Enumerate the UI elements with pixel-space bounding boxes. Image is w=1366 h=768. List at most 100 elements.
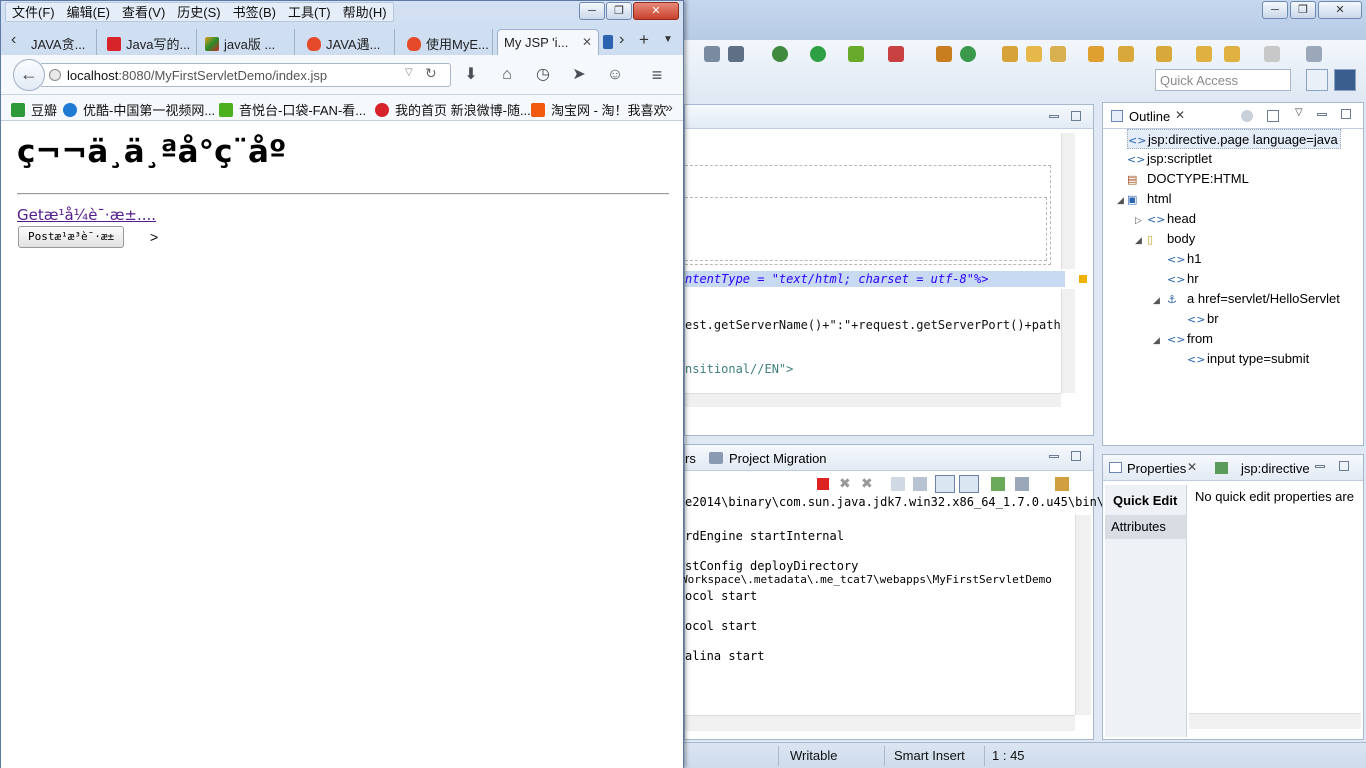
- bookmark-item[interactable]: 豆瓣: [11, 100, 57, 119]
- properties-horizontal-scrollbar[interactable]: [1189, 713, 1361, 729]
- bookmark-item[interactable]: 我的首页 新浪微博-随...: [375, 100, 531, 119]
- eclipse-minimize-button[interactable]: ─: [1262, 1, 1288, 19]
- firefox-minimize-button[interactable]: ─: [579, 2, 605, 20]
- minimize-icon[interactable]: [1317, 113, 1327, 116]
- menu-help[interactable]: 帮助(H): [337, 3, 393, 21]
- gear-icon[interactable]: [704, 46, 720, 62]
- menu-history[interactable]: 历史(S): [171, 3, 226, 21]
- url-history-dropdown-icon[interactable]: ▽: [405, 67, 413, 78]
- eclipse-close-button[interactable]: ✕: [1318, 1, 1362, 19]
- menu-hamburger-icon[interactable]: ≡: [647, 65, 667, 85]
- editor-horizontal-scrollbar[interactable]: [685, 393, 1061, 407]
- next-annotation-icon[interactable]: [1118, 46, 1134, 62]
- post-submit-button[interactable]: Postæ¹æ³è¯·æ±: [18, 226, 125, 248]
- outline-item[interactable]: ⚓ a href=servlet/HelloServlet: [1167, 289, 1340, 309]
- scroll-tabs-left-icon[interactable]: ‹: [11, 31, 16, 49]
- partial-tab-favicon-icon[interactable]: [603, 35, 613, 49]
- outline-item[interactable]: <> input type=submit: [1187, 349, 1309, 369]
- properties-tab[interactable]: Properties: [1127, 461, 1186, 476]
- quick-access-input[interactable]: Quick Access: [1155, 69, 1291, 91]
- outline-item[interactable]: <> jsp:directive.page language=java: [1127, 129, 1341, 149]
- stop-server-icon[interactable]: [888, 46, 904, 62]
- menu-edit[interactable]: 编辑(E): [61, 3, 116, 21]
- url-bar[interactable]: localhost:8080/MyFirstServletDemo/index.…: [41, 63, 451, 87]
- wand-icon[interactable]: [1050, 46, 1066, 62]
- java-ee-perspective-button[interactable]: [1334, 69, 1356, 91]
- reload-icon[interactable]: ↻: [425, 65, 437, 82]
- last-edit-icon[interactable]: [1196, 46, 1212, 62]
- maximize-icon[interactable]: [1071, 111, 1081, 121]
- attributes-tab[interactable]: Attributes: [1105, 515, 1187, 539]
- send-icon[interactable]: ➤: [569, 65, 589, 85]
- menu-file[interactable]: 文件(F): [6, 3, 61, 21]
- show-on-error-icon[interactable]: [959, 475, 979, 493]
- browser-tab[interactable]: java版 ...: [199, 29, 295, 55]
- outline-item[interactable]: <> h1: [1167, 249, 1201, 269]
- back-button[interactable]: ←: [13, 59, 45, 91]
- maximize-icon[interactable]: [1071, 451, 1081, 461]
- run-config-icon[interactable]: [848, 46, 864, 62]
- new-project-icon[interactable]: [936, 46, 952, 62]
- console-horizontal-scrollbar[interactable]: [685, 715, 1075, 731]
- open-perspective-button[interactable]: [1306, 69, 1328, 91]
- refresh-icon[interactable]: [960, 46, 976, 62]
- browser-tab[interactable]: JAVA贪...: [25, 29, 97, 55]
- tab-project-migration[interactable]: Project Migration: [729, 451, 827, 466]
- prev-annotation-icon[interactable]: [1156, 46, 1172, 62]
- terminate-icon[interactable]: [817, 478, 829, 490]
- debug-icon[interactable]: [772, 46, 788, 62]
- remove-all-icon[interactable]: ✖: [861, 475, 873, 492]
- firefox-maximize-button[interactable]: ❐: [606, 2, 632, 20]
- get-request-link[interactable]: Getæ¹å¼è¯·æ±....: [17, 206, 156, 224]
- pin-console-icon[interactable]: [991, 477, 1005, 491]
- view-menu-icon[interactable]: ▽: [1295, 107, 1303, 118]
- eclipse-maximize-button[interactable]: ❐: [1290, 1, 1316, 19]
- more-bookmarks-icon[interactable]: »: [665, 99, 673, 115]
- warning-marker-icon[interactable]: [1079, 275, 1087, 283]
- close-tab-icon[interactable]: ✕: [582, 35, 592, 49]
- outline-item[interactable]: ▯ body: [1147, 229, 1195, 249]
- browser-tab[interactable]: 使用MyE...: [401, 29, 493, 55]
- sync-icon[interactable]: [1241, 110, 1253, 122]
- expanded-twisty-icon[interactable]: ◢: [1135, 235, 1142, 246]
- outline-item[interactable]: ▣ html: [1127, 189, 1172, 209]
- scroll-lock-icon[interactable]: [913, 477, 927, 491]
- outline-item[interactable]: <> br: [1187, 309, 1219, 329]
- menu-view[interactable]: 查看(V): [116, 3, 171, 21]
- show-on-output-icon[interactable]: [935, 475, 955, 493]
- browser-tab[interactable]: Java写的...: [101, 29, 197, 55]
- firefox-close-button[interactable]: ✕: [633, 2, 679, 20]
- remove-launch-icon[interactable]: ✖: [839, 475, 851, 492]
- run-icon[interactable]: [810, 46, 826, 62]
- bookmark-item[interactable]: 优酷-中国第一视频网...: [63, 100, 215, 119]
- scroll-tabs-right-icon[interactable]: ›: [619, 31, 624, 49]
- maximize-icon[interactable]: [1339, 461, 1349, 471]
- close-icon[interactable]: ✕: [1175, 108, 1185, 122]
- browser-tab-active[interactable]: My JSP 'i... ✕: [497, 29, 599, 55]
- bookmark-item[interactable]: 淘宝网 - 淘！我喜欢: [531, 100, 667, 119]
- chat-icon[interactable]: ☺: [605, 65, 625, 85]
- display-console-icon[interactable]: [1015, 477, 1029, 491]
- source-code-area[interactable]: ntentType = "text/html; charset = utf-8"…: [685, 269, 1075, 379]
- clear-console-icon[interactable]: [891, 477, 905, 491]
- outline-item[interactable]: <> head: [1147, 209, 1196, 229]
- outline-item[interactable]: <> from: [1167, 329, 1213, 349]
- expanded-twisty-icon[interactable]: ◢: [1153, 335, 1160, 346]
- browser-tab[interactable]: JAVA遇...: [301, 29, 395, 55]
- open-type-icon[interactable]: [1002, 46, 1018, 62]
- pin-icon[interactable]: [1306, 46, 1322, 62]
- search-icon[interactable]: [1088, 46, 1104, 62]
- menu-tools[interactable]: 工具(T): [282, 3, 337, 21]
- outline-item[interactable]: ▤ DOCTYPE:HTML: [1127, 169, 1249, 189]
- minimize-icon[interactable]: [1049, 455, 1059, 458]
- outline-item[interactable]: <> hr: [1167, 269, 1199, 289]
- expanded-twisty-icon[interactable]: ◢: [1117, 195, 1124, 206]
- minimize-icon[interactable]: [1315, 465, 1325, 468]
- quick-edit-tab[interactable]: Quick Edit: [1113, 493, 1177, 508]
- new-tab-icon[interactable]: +: [639, 30, 649, 50]
- list-tabs-icon[interactable]: ▼: [663, 34, 673, 45]
- forward-icon[interactable]: [1264, 46, 1280, 62]
- back-icon[interactable]: [1224, 46, 1240, 62]
- history-icon[interactable]: ◷: [533, 65, 553, 85]
- editor-vertical-scrollbar-top[interactable]: [1061, 133, 1075, 269]
